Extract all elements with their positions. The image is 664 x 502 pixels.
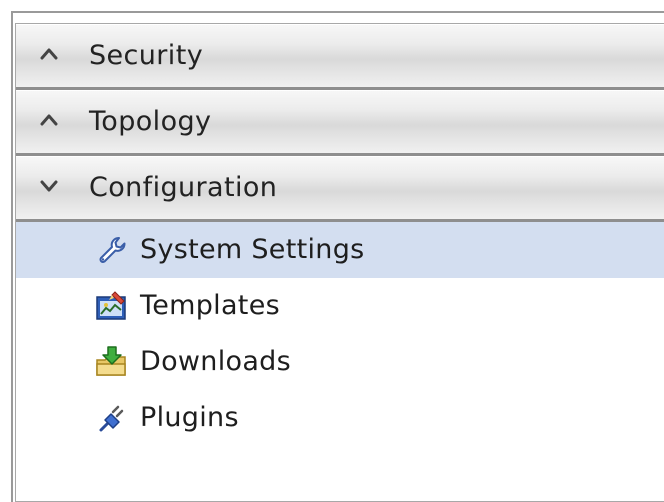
section-label-configuration: Configuration bbox=[89, 172, 278, 203]
chevron-up-icon bbox=[40, 114, 58, 126]
wrench-icon bbox=[99, 237, 126, 263]
list-item-label: System Settings bbox=[140, 234, 365, 265]
configuration-item-list: System Settings Templates Downloads Plug… bbox=[16, 222, 664, 501]
plug-icon bbox=[99, 405, 124, 432]
section-header-security[interactable]: Security bbox=[16, 24, 664, 90]
chevron-up-icon bbox=[40, 48, 58, 60]
chevron-down-icon bbox=[40, 180, 58, 192]
list-item-downloads[interactable]: Downloads bbox=[16, 334, 664, 390]
list-item-label: Plugins bbox=[140, 402, 239, 433]
list-item-system-settings[interactable]: System Settings bbox=[16, 222, 664, 278]
template-icon bbox=[96, 291, 126, 320]
list-item-templates[interactable]: Templates bbox=[16, 278, 664, 334]
list-item-label: Downloads bbox=[140, 346, 291, 377]
section-header-topology[interactable]: Topology bbox=[16, 90, 664, 156]
section-label-security: Security bbox=[89, 40, 204, 71]
list-item-plugins[interactable]: Plugins bbox=[16, 390, 664, 446]
section-header-configuration[interactable]: Configuration bbox=[16, 156, 664, 222]
section-label-topology: Topology bbox=[89, 106, 212, 137]
download-folder-icon bbox=[96, 346, 126, 376]
accordion-panel: Security Topology Configuration System S… bbox=[15, 23, 664, 502]
list-item-label: Templates bbox=[140, 290, 280, 321]
